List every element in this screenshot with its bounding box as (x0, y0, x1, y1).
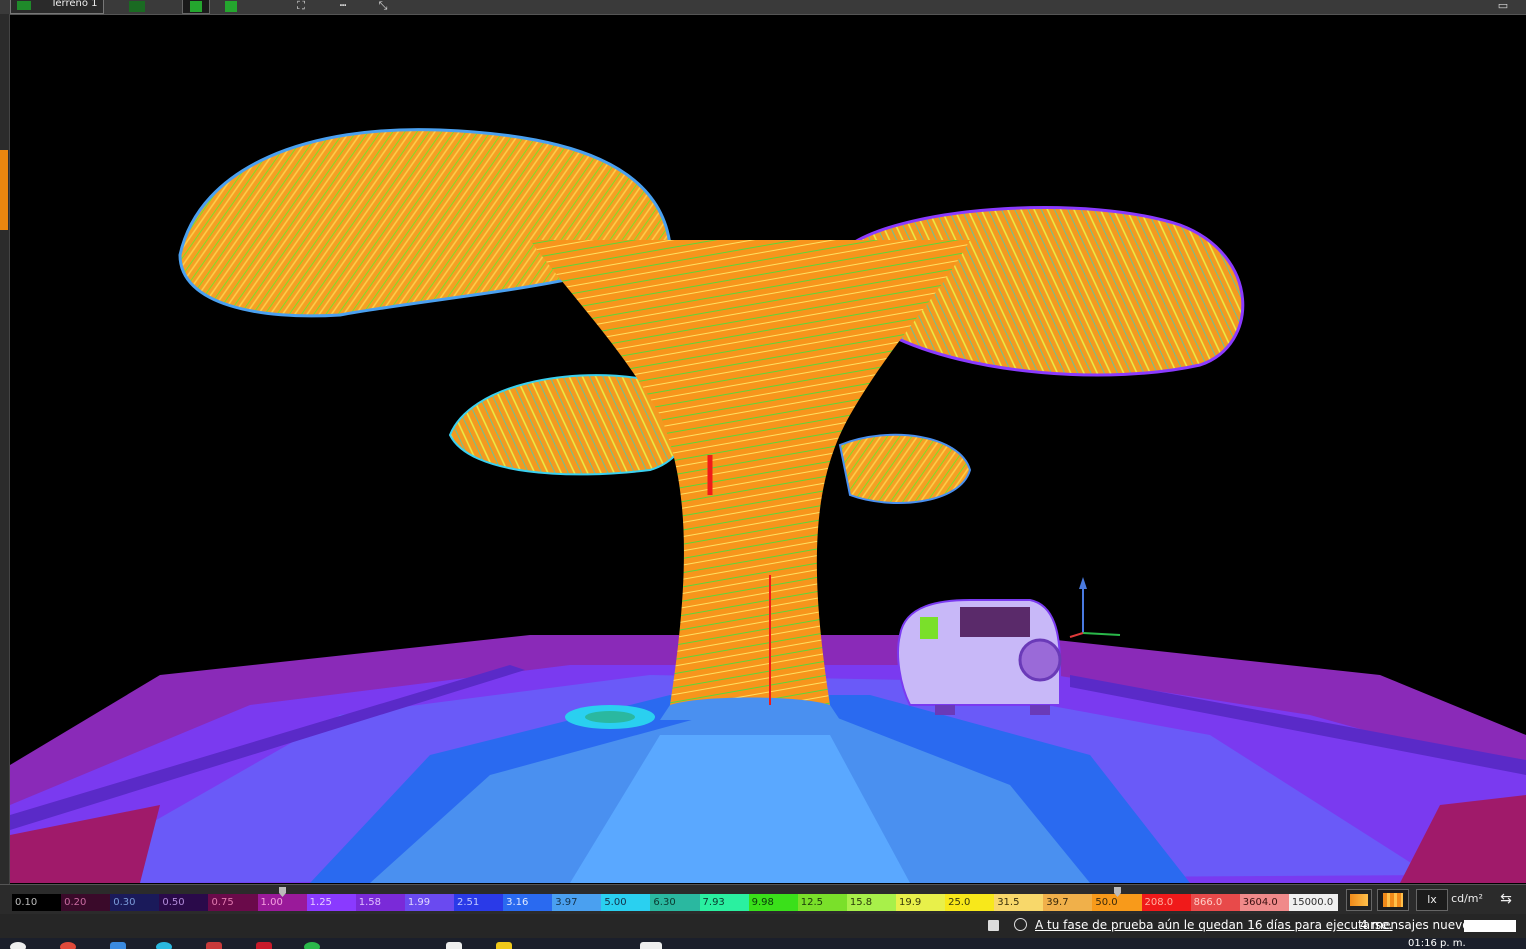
monitor-button[interactable]: ▭ (1490, 0, 1516, 13)
office-icon[interactable] (256, 942, 272, 949)
explorer-icon[interactable] (110, 942, 126, 949)
legend-swatch: 2.51 (453, 894, 504, 911)
top-toolbar: Terreno 1 ⛶ ┅ ⤡ ▭ (0, 0, 1526, 15)
fit-view-icon: ⛶ (297, 0, 305, 12)
add-object-icon (129, 1, 145, 12)
terrain-icon (17, 1, 31, 10)
green-square-icon (190, 1, 202, 12)
legend-swatch: 6.30 (650, 894, 700, 911)
ruler-icon: ┅ (339, 0, 347, 12)
legend-swatch: 3.16 (503, 894, 553, 911)
active-app-icon[interactable] (640, 942, 662, 949)
legend-scale: 0.10 0.20 0.30 0.50 0.75 1.00 1.25 1.58 1.99 2.51… (12, 894, 1338, 911)
ruler-button[interactable]: ┅ (330, 0, 356, 13)
legend-swatch: 3604.0 (1239, 894, 1289, 911)
left-panel-strip[interactable] (0, 14, 10, 884)
measure-icon: ⤡ (378, 0, 388, 12)
add-object-button[interactable] (122, 0, 148, 13)
messages-count[interactable]: 4 mensajes nuevos (1360, 918, 1476, 932)
browser-icon[interactable] (60, 942, 76, 949)
folder-icon[interactable] (496, 942, 512, 949)
legend-swatch: 7.93 (699, 894, 749, 911)
green-layer-icon (225, 1, 237, 12)
legend-swatch: 1.99 (404, 894, 454, 911)
fit-view-button[interactable]: ⛶ (288, 0, 314, 13)
legend-swatch: 50.0 (1092, 894, 1142, 911)
legend-swatch: 12.5 (797, 894, 847, 911)
app-icon[interactable] (156, 942, 172, 949)
unit-lx-button[interactable]: lx (1416, 889, 1448, 911)
render-viewport[interactable] (10, 15, 1526, 883)
legend-swatch: 0.30 (110, 894, 160, 911)
trial-message-link[interactable]: A tu fase de prueba aún le quedan 16 día… (1035, 918, 1393, 932)
legend-swatch: 0.10 (12, 894, 62, 911)
legend-swatch: 39.7 (1043, 894, 1093, 911)
taskbar-clock[interactable]: 01:16 p. m. (1408, 938, 1466, 949)
tab-terreno[interactable]: Terreno 1 (10, 0, 104, 14)
legend-swatch: 9.98 (748, 894, 798, 911)
legend-swatch: 3.97 (552, 894, 602, 911)
measure-button[interactable]: ⤡ (370, 0, 396, 13)
legend-swatch: 19.9 (895, 894, 946, 911)
unit-cd-button[interactable]: cd/m² (1450, 889, 1484, 911)
legend-swatch: 25.0 (945, 894, 995, 911)
legend-swatch: 866.0 (1190, 894, 1240, 911)
messages-box[interactable] (1464, 920, 1516, 932)
legend-swatch: 0.75 (208, 894, 258, 911)
chat-icon[interactable] (304, 942, 320, 949)
palette-gradient-button[interactable] (1346, 889, 1372, 911)
os-taskbar: 01:16 p. m. (0, 938, 1526, 949)
luminance-legend-bar: 0.10 0.20 0.30 0.50 0.75 1.00 1.25 1.58 1.99 2.51… (0, 884, 1526, 915)
false-color-render (10, 128, 1526, 883)
swap-arrows-icon: ⇆ (1500, 891, 1512, 907)
legend-swatch: 0.20 (61, 894, 111, 911)
clock-icon (1014, 918, 1027, 931)
legend-swatch: 15.8 (846, 894, 896, 911)
legend-swatch: 1.00 (257, 894, 307, 911)
palette-bands-button[interactable] (1377, 889, 1409, 911)
legend-swatch: 5.00 (601, 894, 651, 911)
window-icon[interactable] (446, 942, 462, 949)
legend-swatch: 208.0 (1141, 894, 1191, 911)
tab-label: Terreno 1 (51, 0, 98, 9)
legend-swatch: 0.50 (159, 894, 209, 911)
green-layer-button[interactable] (220, 0, 246, 13)
legend-swatch: 31.5 (994, 894, 1044, 911)
swap-legend-button[interactable]: ⇆ (1492, 889, 1520, 911)
monitor-icon: ▭ (1497, 0, 1509, 12)
left-panel-active-marker[interactable] (0, 150, 8, 230)
green-square-button[interactable] (182, 0, 210, 14)
start-icon[interactable] (10, 942, 26, 949)
pdf-icon[interactable] (206, 942, 222, 949)
legend-swatch: 1.25 (306, 894, 356, 911)
status-bar: A tu fase de prueba aún le quedan 16 día… (0, 914, 1526, 938)
orange-bands-icon (1383, 893, 1403, 907)
save-icon[interactable] (988, 920, 999, 931)
legend-swatch: 1.58 (355, 894, 405, 911)
orange-gradient-icon (1350, 894, 1368, 906)
legend-swatch: 15000.0 (1288, 894, 1338, 911)
